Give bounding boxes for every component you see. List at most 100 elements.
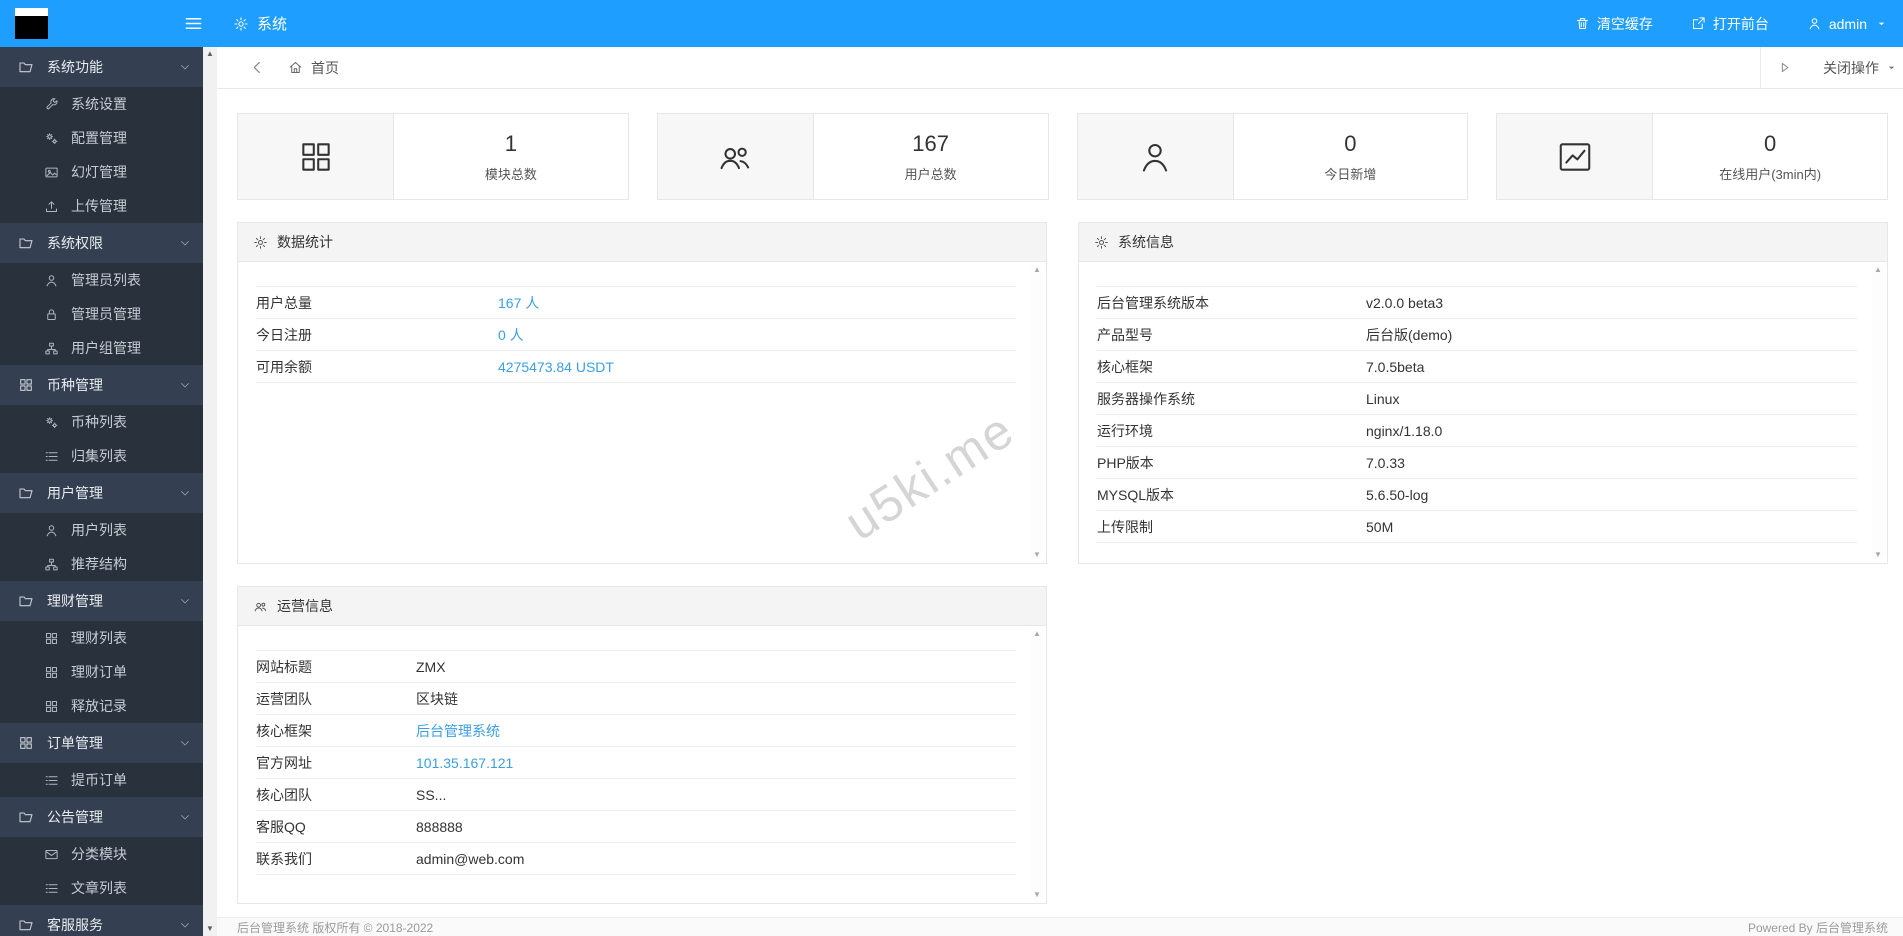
chevron-left-icon[interactable]	[249, 59, 266, 76]
chart-icon	[1497, 114, 1654, 199]
sidebar-group-coin-manage[interactable]: 币种管理	[0, 365, 203, 405]
powered-by-text: Powered By 后台管理系统	[1747, 920, 1888, 935]
close-actions-dropdown[interactable]: 关闭操作	[1807, 47, 1903, 88]
main-area: 首页 关闭操作 1 模块总数 167 用户总数 0 今日新增 0 在线用户(3min内) 数据…	[217, 47, 1903, 936]
info-value-link[interactable]: 0 人	[498, 325, 524, 345]
sidebar-item-label: 归集列表	[71, 448, 127, 464]
open-frontend-label: 打开前台	[1712, 15, 1769, 32]
sidebar-item-slide-manage[interactable]: 幻灯管理	[0, 155, 203, 189]
sidebar-item-withdraw-orders[interactable]: 提币订单	[0, 763, 203, 797]
th-large-icon	[44, 631, 59, 646]
stat-value: 167	[912, 130, 949, 156]
info-label: 网站标题	[256, 658, 312, 675]
sidebar-group-user-manage[interactable]: 用户管理	[0, 473, 203, 513]
play-right-icon	[1777, 60, 1792, 75]
scroll-up-icon[interactable]: ▲	[1874, 266, 1882, 274]
panel-title: 系统信息	[1118, 234, 1174, 250]
info-value-link[interactable]: 101.35.167.121	[416, 755, 513, 771]
sidebar-item-referral-structure[interactable]: 推荐结构	[0, 547, 203, 581]
panel-scrollbar[interactable]: ▲ ▼	[1031, 266, 1043, 559]
panel-header-system-info: 系统信息	[1079, 223, 1887, 262]
sidebar-item-label: 上传管理	[71, 198, 127, 214]
sidebar-group-label: 理财管理	[47, 593, 103, 609]
sidebar-item-coin-list[interactable]: 币种列表	[0, 405, 203, 439]
admin-user-button[interactable]: admin	[1807, 16, 1887, 32]
cogs-icon	[44, 415, 59, 430]
info-value: ZMX	[416, 658, 446, 675]
sidebar-item-label: 理财订单	[71, 664, 127, 680]
info-row: 产品型号 后台版(demo)	[1097, 319, 1857, 351]
sidebar-group-system-permission[interactable]: 系统权限	[0, 223, 203, 263]
sidebar-group-order-manage[interactable]: 订单管理	[0, 723, 203, 763]
info-value-link[interactable]: 4275473.84 USDT	[498, 359, 614, 375]
sidebar-group-finance-manage[interactable]: 理财管理	[0, 581, 203, 621]
sidebar-item-article-list[interactable]: 文章列表	[0, 871, 203, 905]
sidebar-item-release-records[interactable]: 释放记录	[0, 689, 203, 723]
sidebar-group-notice-manage[interactable]: 公告管理	[0, 797, 203, 837]
scroll-up-icon[interactable]: ▲	[206, 50, 214, 58]
info-row: 今日注册 0 人	[256, 319, 1016, 351]
scroll-up-icon[interactable]: ▲	[1033, 630, 1041, 638]
sidebar-item-finance-orders[interactable]: 理财订单	[0, 655, 203, 689]
tab-home[interactable]: 首页	[288, 58, 339, 78]
chevron-down-icon	[179, 595, 191, 607]
stat-label: 模块总数	[484, 166, 537, 182]
scroll-down-icon[interactable]: ▼	[1033, 891, 1041, 899]
scroll-up-icon[interactable]: ▲	[1033, 266, 1041, 274]
home-icon	[288, 60, 303, 75]
panel-body: 网站标题 ZMX 运营团队 区块链 核心框架 后台管理系统 官方网址 101.35.167.1…	[238, 626, 1046, 903]
cogs-icon	[44, 131, 59, 146]
list-icon	[44, 449, 59, 464]
panel-header-data-stats: 数据统计	[238, 223, 1046, 262]
scroll-down-icon[interactable]: ▼	[1033, 551, 1041, 559]
user-icon	[1807, 16, 1822, 31]
clear-cache-button[interactable]: 清空缓存	[1575, 14, 1653, 34]
sidebar-item-category-module[interactable]: 分类模块	[0, 837, 203, 871]
info-label: 可用余额	[256, 358, 312, 375]
info-label: 今日注册	[256, 326, 312, 343]
info-row: 上传限制 50M	[1097, 511, 1857, 543]
info-label: 官方网址	[256, 754, 312, 771]
stat-value: 0	[1764, 130, 1777, 156]
info-value-link[interactable]: 167 人	[498, 293, 539, 313]
sidebar-scrollbar[interactable]: ▲ ▼	[203, 47, 217, 936]
panel-title: 数据统计	[277, 234, 333, 250]
chevron-down-icon	[179, 237, 191, 249]
sidebar-item-config-manage[interactable]: 配置管理	[0, 121, 203, 155]
tab-scroll-right-button[interactable]	[1760, 47, 1807, 88]
info-row: 运营团队 区块链	[256, 683, 1016, 715]
sidebar-group-system-functions[interactable]: 系统功能	[0, 47, 203, 87]
sidebar-group-label: 用户管理	[47, 485, 103, 501]
sidebar-item-admin-list[interactable]: 管理员列表	[0, 263, 203, 297]
info-row: 网站标题 ZMX	[256, 651, 1016, 683]
sidebar-group-label: 客服服务	[47, 917, 103, 933]
sidebar-item-label: 幻灯管理	[71, 164, 127, 180]
open-frontend-button[interactable]: 打开前台	[1691, 14, 1769, 34]
sidebar-item-label: 文章列表	[71, 880, 127, 896]
menu-toggle-icon[interactable]	[170, 0, 217, 47]
image-icon	[44, 165, 59, 180]
sidebar-item-user-group-manage[interactable]: 用户组管理	[0, 331, 203, 365]
sidebar-item-system-settings[interactable]: 系统设置	[0, 87, 203, 121]
scroll-down-icon[interactable]: ▼	[1874, 551, 1882, 559]
scroll-down-icon[interactable]: ▼	[206, 925, 214, 933]
sidebar-item-collect-list[interactable]: 归集列表	[0, 439, 203, 473]
info-value-link[interactable]: 后台管理系统	[416, 721, 500, 741]
sidebar-item-user-list[interactable]: 用户列表	[0, 513, 203, 547]
info-value: 5.6.50-log	[1366, 486, 1429, 503]
info-value: 区块链	[416, 690, 458, 707]
sidebar-item-upload-manage[interactable]: 上传管理	[0, 189, 203, 223]
sidebar-item-admin-manage[interactable]: 管理员管理	[0, 297, 203, 331]
sitemap-icon	[44, 341, 59, 356]
panel-scrollbar[interactable]: ▲ ▼	[1872, 266, 1884, 559]
panel-scrollbar[interactable]: ▲ ▼	[1031, 630, 1043, 899]
stat-card-users-total: 167 用户总数	[656, 113, 1049, 200]
sidebar-item-finance-list[interactable]: 理财列表	[0, 621, 203, 655]
logo[interactable]	[0, 0, 170, 47]
sidebar-group-customer-service[interactable]: 客服服务	[0, 905, 203, 936]
info-label: 后台管理系统版本	[1097, 294, 1209, 311]
sidebar-item-label: 币种列表	[71, 414, 127, 430]
info-label: 联系我们	[256, 850, 312, 867]
sidebar-group-label: 系统权限	[47, 235, 103, 251]
chevron-down-icon	[179, 487, 191, 499]
